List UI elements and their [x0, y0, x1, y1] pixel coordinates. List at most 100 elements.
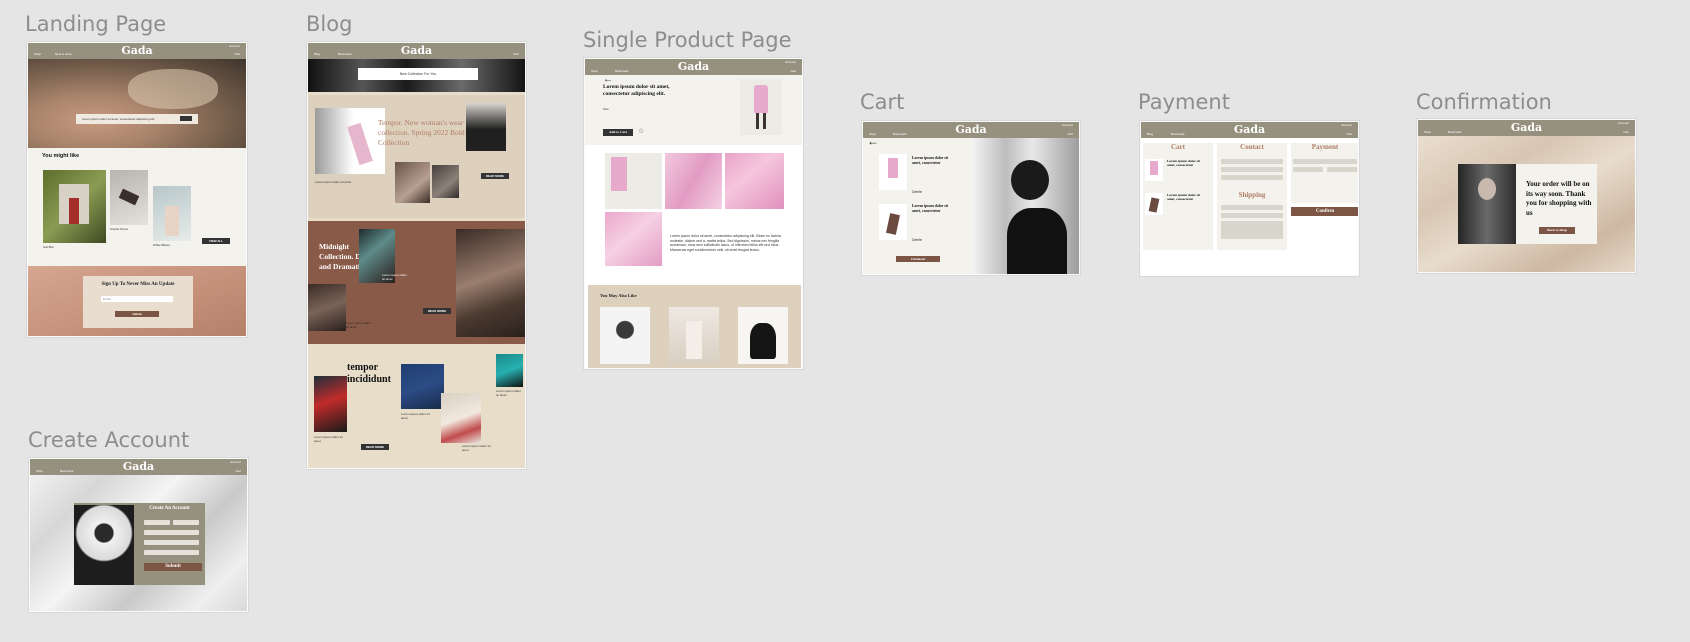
- frame-title-blog[interactable]: Blog: [306, 12, 352, 36]
- gallery-image[interactable]: [605, 212, 662, 266]
- checkout-button[interactable]: Checkout: [896, 256, 940, 262]
- first-name-input[interactable]: [144, 520, 170, 525]
- add-to-cart-button[interactable]: Add to Cart: [603, 129, 633, 136]
- frame-title-cart[interactable]: Cart: [860, 90, 904, 114]
- confirmation-nav: Shop Bookmark Gada Account Cart: [1418, 120, 1635, 136]
- blog-section-1: Tempor. New woman's wear collection. Spr…: [308, 95, 525, 218]
- blog-image: [308, 284, 346, 331]
- nav-cart-link[interactable]: Cart: [235, 469, 241, 473]
- email-field[interactable]: Email: [101, 296, 173, 302]
- blog-caption-7: Lorem ipsum dolor sit amet: [496, 389, 521, 397]
- confirmation-frame: Shop Bookmark Gada Account Cart Your ord…: [1417, 119, 1636, 273]
- nav-account-link[interactable]: Account: [1341, 123, 1352, 127]
- blog-image: [441, 393, 481, 443]
- blog-image: [432, 165, 459, 198]
- blog-caption-1: Lorem ipsum dolor sit amet: [315, 180, 352, 184]
- nav-account-link[interactable]: Account: [1062, 123, 1073, 127]
- nav-account-link[interactable]: Account: [1618, 121, 1629, 125]
- brand-logo[interactable]: Gada: [863, 123, 1079, 136]
- gallery-image[interactable]: [605, 153, 662, 209]
- brand-logo[interactable]: Gada: [1418, 121, 1635, 134]
- product-label-3: White Blazer: [153, 243, 171, 247]
- nav-cart-link[interactable]: Cart: [234, 52, 240, 56]
- blog-image: [496, 354, 523, 387]
- nav-cart-link[interactable]: Cart: [1067, 132, 1073, 136]
- delete-link[interactable]: Delete: [912, 190, 922, 194]
- view-all-button[interactable]: VIEW ALL: [202, 238, 230, 244]
- also-like-section: You May Also Like: [588, 285, 801, 368]
- cart-item-text: Lorem ipsum dolor sit amet, consectetur: [912, 156, 949, 165]
- card-number-input[interactable]: [1293, 159, 1357, 164]
- blog-caption-5: Lorem ipsum dolor sit amet: [401, 412, 430, 420]
- card-cvc-input[interactable]: [1327, 167, 1357, 172]
- create-account-nav: Shop Bookmark Gada Account Cart: [30, 459, 247, 475]
- payment-panel: Payment: [1291, 143, 1358, 203]
- gallery-image[interactable]: [725, 153, 784, 209]
- nav-account-link[interactable]: Account: [785, 60, 796, 64]
- contact-input[interactable]: [1221, 175, 1283, 180]
- payment-cart-panel: Cart Lorem ipsum dolor sit amet, consect…: [1143, 143, 1213, 250]
- contact-panel: Contact Shipping: [1217, 143, 1287, 250]
- star-icon[interactable]: ☆: [638, 127, 644, 135]
- nav-account-link[interactable]: Account: [229, 44, 240, 48]
- shipping-heading: Shipping: [1238, 191, 1266, 199]
- nav-cart-link[interactable]: Cart: [790, 69, 796, 73]
- cart-feature-image: [973, 138, 1079, 274]
- shipping-address-input[interactable]: [1221, 221, 1283, 239]
- blog-caption-4: Lorem ipsum dolor sit amet: [314, 435, 343, 443]
- confirm-button[interactable]: Confirm: [1291, 207, 1358, 216]
- suggested-product-image[interactable]: [669, 307, 719, 364]
- blog-section-3: tempor incididunt Lorem ipsum dolor sit …: [308, 348, 525, 468]
- frame-title-create-account[interactable]: Create Account: [28, 428, 189, 452]
- gallery-image[interactable]: [665, 153, 722, 209]
- create-account-title: Create An Account: [149, 506, 190, 511]
- delete-link[interactable]: Delete: [912, 238, 922, 242]
- blog-image: [314, 376, 347, 432]
- product-card-image[interactable]: [153, 186, 191, 241]
- banner-text: New Collection For You: [399, 72, 437, 76]
- suggested-product-image[interactable]: [738, 307, 788, 364]
- back-arrow-icon[interactable]: ←: [867, 134, 879, 148]
- cart-item-text: Lorem ipsum dolor sit amet, consectetur: [912, 204, 949, 213]
- blog-image: [401, 364, 444, 409]
- product-card-image[interactable]: [110, 170, 148, 225]
- read-more-button[interactable]: READ MORE: [361, 444, 389, 450]
- back-to-shop-button[interactable]: Back to Shop: [1539, 227, 1575, 234]
- frame-title-payment[interactable]: Payment: [1138, 90, 1230, 114]
- brand-logo[interactable]: Gada: [585, 60, 802, 73]
- blog-nav: Blog Bookmark Gada Cart: [308, 43, 525, 59]
- shipping-input[interactable]: [1221, 213, 1283, 218]
- brand-logo[interactable]: Gada: [1141, 123, 1358, 136]
- create-account-submit-button[interactable]: Submit: [144, 563, 202, 571]
- payment-heading: Payment: [1311, 143, 1339, 151]
- frame-title-confirmation[interactable]: Confirmation: [1416, 90, 1552, 114]
- nav-cart-link[interactable]: Cart: [1346, 132, 1352, 136]
- suggested-product-image[interactable]: [600, 307, 650, 364]
- last-name-input[interactable]: [173, 520, 199, 525]
- contact-input[interactable]: [1221, 167, 1283, 172]
- signup-submit-button[interactable]: Submit: [115, 311, 159, 317]
- card-expiry-input[interactable]: [1293, 167, 1323, 172]
- nav-cart-link[interactable]: Cart: [1623, 130, 1629, 134]
- read-more-button[interactable]: READ MORE: [481, 173, 509, 179]
- password-input[interactable]: [144, 540, 199, 545]
- blog-image: [466, 103, 506, 151]
- brand-logo[interactable]: Gada: [28, 44, 246, 57]
- frame-title-landing[interactable]: Landing Page: [25, 12, 166, 36]
- nav-account-link[interactable]: Account: [230, 460, 241, 464]
- frame-title-product[interactable]: Single Product Page: [583, 28, 791, 52]
- brand-logo[interactable]: Gada: [308, 44, 525, 57]
- product-card-image[interactable]: [43, 170, 106, 243]
- email-input[interactable]: [144, 530, 199, 535]
- shipping-input[interactable]: [1221, 205, 1283, 210]
- blog-section-2: Midnight Collection. Dark and Dramatic L…: [308, 221, 525, 344]
- read-more-button[interactable]: READ MORE: [423, 308, 451, 314]
- hero-button[interactable]: [180, 116, 192, 121]
- landing-hero-image: Lorem ipsum dolor sit amet, consectetur …: [28, 59, 246, 148]
- product-label-2: Scarlet Dress: [110, 227, 129, 231]
- confirm-password-input[interactable]: [144, 550, 199, 555]
- nav-cart-link[interactable]: Cart: [513, 52, 519, 56]
- hero-text-box: Lorem ipsum dolor sit amet, consectetur …: [76, 114, 198, 124]
- brand-logo[interactable]: Gada: [30, 460, 247, 473]
- contact-input[interactable]: [1221, 159, 1283, 164]
